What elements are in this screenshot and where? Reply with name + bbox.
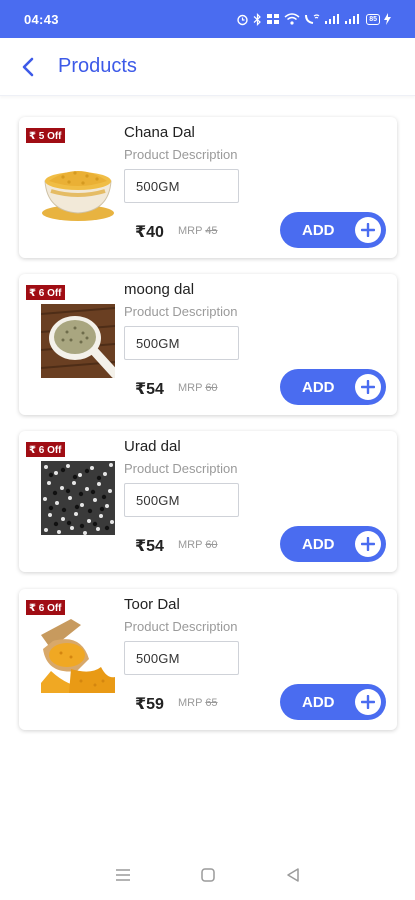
product-description: Product Description [124,304,238,319]
recent-apps-button[interactable] [108,860,138,890]
product-name: Urad dal [124,438,181,455]
plus-icon [355,531,381,557]
mrp-label: MRP [178,539,203,551]
signal-grid-icon [267,14,280,24]
add-to-cart-button[interactable]: ADD [280,526,386,562]
quantity-value: 500GM [136,492,180,508]
product-image-toor-dal [41,619,115,693]
status-icons: 85 [236,12,391,26]
add-to-cart-button[interactable]: ADD [280,684,386,720]
page-title: Products [58,55,137,77]
mrp-label: MRP [178,697,203,709]
back-triangle-icon [286,868,299,882]
product-name: Toor Dal [124,596,180,613]
product-card[interactable]: ₹ 6 Off moong dal Product Description 50… [19,274,397,415]
product-price: ₹40 [135,224,164,241]
add-to-cart-button[interactable]: ADD [280,369,386,405]
add-to-cart-button[interactable]: ADD [280,212,386,248]
home-icon [200,868,215,882]
quantity-value: 500GM [136,178,180,194]
product-price: ₹59 [135,696,164,713]
product-description: Product Description [124,147,238,162]
product-description: Product Description [124,619,238,634]
app-bar: Products [0,38,415,96]
bluetooth-icon [253,12,262,26]
battery-level: 85 [369,15,377,23]
add-label: ADD [302,693,335,711]
charging-icon [384,13,391,25]
quantity-value: 500GM [136,650,180,666]
quantity-selector[interactable]: 500GM [124,169,239,203]
product-mrp: MRP 60 [178,539,218,551]
product-name: moong dal [124,281,195,298]
call-wifi-icon [305,14,320,24]
add-label: ADD [302,378,335,396]
product-card[interactable]: ₹ 5 Off Chana Dal Product Description 50… [19,117,397,258]
chevron-left-icon [22,57,34,76]
system-nav-bar [0,850,415,900]
wifi-icon [284,13,300,25]
home-button[interactable] [193,860,223,890]
product-price: ₹54 [135,381,164,398]
plus-icon [355,217,381,243]
alarm-icon [237,14,248,25]
product-image-urad-dal [41,461,115,535]
status-bar: 04:43 85 [0,0,415,38]
product-mrp: MRP 65 [178,697,218,709]
product-mrp: MRP 45 [178,225,218,237]
product-mrp: MRP 60 [178,382,218,394]
plus-icon [355,374,381,400]
discount-badge: ₹ 6 Off [25,599,66,616]
product-card[interactable]: ₹ 6 Off Urad dal Product Description 500… [19,431,397,572]
add-label: ADD [302,535,335,553]
mrp-value: 60 [205,382,218,394]
add-label: ADD [302,221,335,239]
battery-icon: 85 [366,13,380,25]
mrp-label: MRP [178,225,203,237]
mrp-value: 60 [205,539,218,551]
quantity-value: 500GM [136,335,180,351]
quantity-selector[interactable]: 500GM [124,326,239,360]
menu-icon [115,869,130,881]
product-name: Chana Dal [124,124,195,141]
mrp-label: MRP [178,382,203,394]
quantity-selector[interactable]: 500GM [124,641,239,675]
discount-badge: ₹ 5 Off [25,127,66,144]
status-time: 04:43 [24,11,59,27]
system-back-button[interactable] [278,860,308,890]
mrp-value: 65 [205,697,218,709]
product-description: Product Description [124,461,238,476]
quantity-selector[interactable]: 500GM [124,483,239,517]
back-button[interactable] [0,38,56,96]
plus-icon [355,689,381,715]
signal-icon-1 [325,14,340,24]
product-image-moong-dal [41,304,115,378]
discount-badge: ₹ 6 Off [25,441,66,458]
signal-icon-2 [345,14,360,24]
product-card[interactable]: ₹ 6 Off Toor Dal Product Description 500… [19,589,397,730]
mrp-value: 45 [205,225,218,237]
product-price: ₹54 [135,538,164,555]
discount-badge: ₹ 6 Off [25,284,66,301]
product-image-chana-dal [41,147,115,221]
